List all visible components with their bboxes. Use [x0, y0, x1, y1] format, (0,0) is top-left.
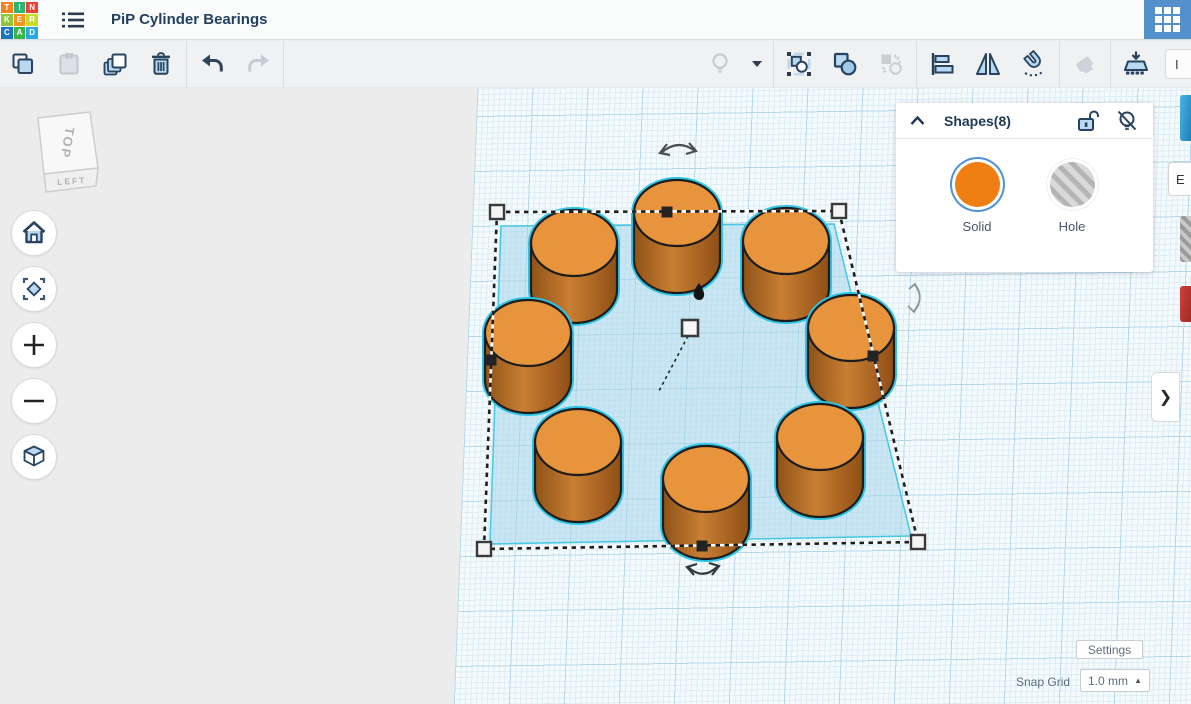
multi-select-icon: [881, 54, 902, 75]
lightbulb-icon: [712, 53, 728, 73]
redo-button: [238, 44, 278, 84]
snap-grid-select[interactable]: 1.0 mm ▲: [1080, 669, 1150, 692]
lightbulb-off-icon: [1117, 110, 1137, 130]
delete-button[interactable]: [141, 44, 181, 84]
workplane-icon: [1124, 51, 1148, 75]
show-all-button: [700, 44, 740, 84]
solid-label: Solid: [962, 219, 992, 234]
hole-swatch[interactable]: [1049, 162, 1095, 207]
solid-color-swatch[interactable]: [954, 162, 1000, 207]
shape-thumbnail-blue-partial[interactable]: [1180, 95, 1191, 141]
perspective-cube-icon: [23, 445, 45, 467]
undo-button[interactable]: [192, 44, 232, 84]
hole-label: Hole: [1058, 219, 1086, 234]
workplane-helper-button[interactable]: [1116, 44, 1156, 84]
chevron-up-icon: [910, 115, 925, 125]
ungroup-button[interactable]: [825, 44, 865, 84]
align-icon: [931, 53, 954, 75]
caret-down-icon: [752, 61, 762, 67]
fit-view-button[interactable]: [11, 266, 57, 312]
collapse-panel-button[interactable]: [910, 115, 925, 126]
edit-button-partial[interactable]: E: [1168, 162, 1191, 196]
settings-button[interactable]: Settings: [1076, 640, 1143, 659]
view-cube-front-label: LEFT: [57, 175, 87, 187]
fit-view-icon: [22, 277, 46, 301]
paint-button: [1065, 44, 1105, 84]
perspective-toggle-button[interactable]: [11, 434, 57, 480]
copy-button[interactable]: [3, 44, 43, 84]
shapes-panel-title: Shapes(8): [944, 112, 1011, 129]
paste-icon: [59, 53, 79, 75]
snap-grid-value: 1.0 mm: [1088, 673, 1129, 688]
copy-icon: [12, 53, 33, 74]
multi-select-button: [871, 44, 911, 84]
edit-toolbar: I: [0, 40, 1191, 88]
redo-icon: [247, 54, 269, 72]
paint-icon: [1076, 56, 1093, 74]
expand-shapes-panel-button[interactable]: ❯: [1151, 372, 1180, 422]
mirror-icon: [976, 53, 1000, 75]
zoom-in-button[interactable]: [11, 322, 57, 368]
group-icon: [787, 52, 811, 76]
apps-launcher-button[interactable]: [1144, 0, 1191, 39]
duplicate-button[interactable]: [95, 44, 135, 84]
minus-icon: [24, 399, 44, 403]
ruler-button-partial[interactable]: I: [1165, 49, 1191, 79]
magnet-icon: [1023, 50, 1044, 77]
duplicate-icon: [103, 53, 126, 75]
shapes-panel-header: Shapes(8): [896, 103, 1153, 139]
plus-icon: [24, 335, 44, 355]
tinkercad-logo[interactable]: TIN KER CAD: [1, 1, 38, 39]
shapes-inspector-panel: Shapes(8) Solid Hole: [896, 103, 1153, 272]
magnet-button[interactable]: [1014, 44, 1054, 84]
snap-grid-label: Snap Grid: [1016, 675, 1071, 689]
hole-option[interactable]: Hole: [1049, 162, 1095, 272]
delete-icon: [152, 52, 170, 75]
design-title: PiP Cylinder Bearings: [111, 11, 268, 28]
header-bar: TIN KER CAD PiP Cylinder Bearings: [0, 0, 1191, 40]
lock-toggle-button[interactable]: [1076, 109, 1100, 133]
mirror-button[interactable]: [968, 44, 1008, 84]
solid-option[interactable]: Solid: [954, 162, 1000, 272]
shape-thumbnail-red-partial[interactable]: [1180, 286, 1191, 322]
show-all-caret-button[interactable]: [746, 44, 768, 84]
zoom-out-button[interactable]: [11, 378, 57, 424]
align-button[interactable]: [922, 44, 962, 84]
home-view-button[interactable]: [11, 210, 57, 256]
caret-up-icon: ▲: [1134, 676, 1142, 685]
home-icon: [22, 221, 46, 244]
design-menu-icon[interactable]: [61, 10, 85, 30]
group-button[interactable]: [779, 44, 819, 84]
ungroup-icon: [833, 52, 857, 76]
apps-grid-icon: [1155, 7, 1180, 32]
paste-button: [49, 44, 89, 84]
shapes-panel-body: Solid Hole: [896, 139, 1153, 272]
view-cube[interactable]: TOP LEFT: [28, 106, 102, 203]
shape-thumbnail-gray-partial[interactable]: [1180, 216, 1191, 262]
unlock-icon: [1078, 110, 1099, 131]
hide-toggle-button[interactable]: [1115, 109, 1139, 133]
undo-icon: [201, 54, 223, 72]
